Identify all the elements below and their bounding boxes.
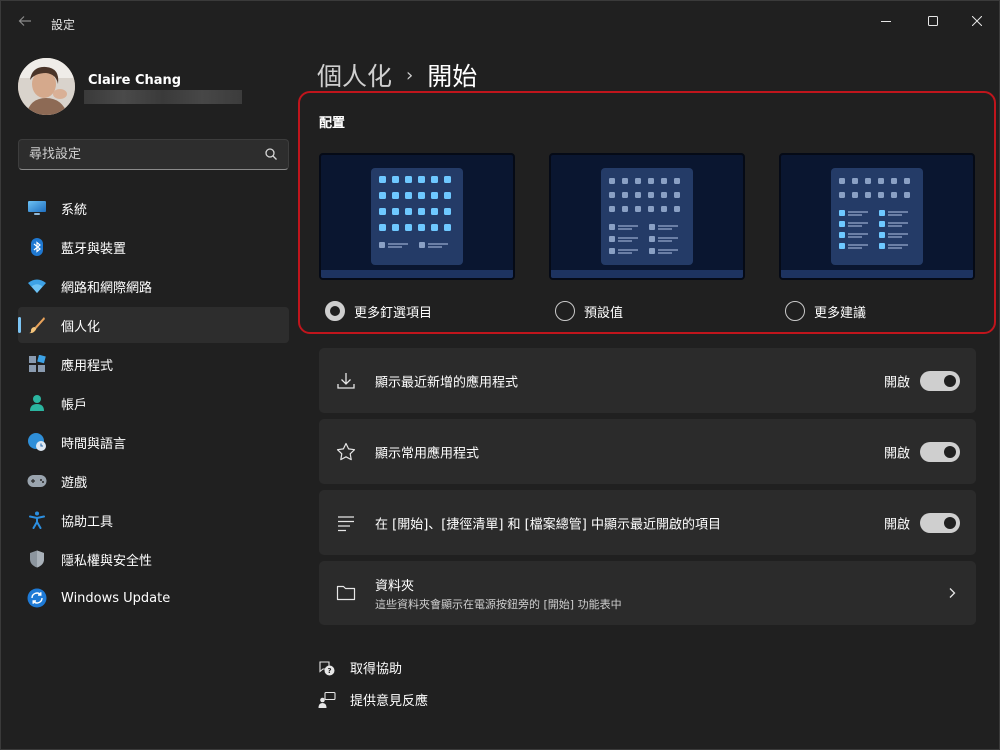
app-title: 設定 [51,18,76,32]
sidebar-item-windows-update[interactable]: Windows Update [18,580,289,616]
minimize-button[interactable] [863,7,909,35]
person-icon [27,393,47,413]
user-profile[interactable]: Claire Chang [18,58,288,118]
radio-label: 更多建議 [814,305,867,321]
profile-email-redacted [84,90,242,104]
search-input[interactable] [19,140,259,169]
radio-more-recommendations[interactable] [785,301,805,321]
feedback-icon [318,691,336,709]
download-icon [335,370,357,392]
sidebar-item-personalization[interactable]: 個人化 [18,307,289,343]
star-icon [335,441,357,463]
setting-label: 顯示最近新增的應用程式 [375,375,519,390]
search-icon[interactable] [264,147,278,161]
sidebar-item-label: 系統 [61,202,88,218]
sidebar-item-accounts[interactable]: 帳戶 [18,385,289,421]
sidebar-item-bluetooth[interactable]: 藍牙與裝置 [18,229,289,265]
bluetooth-icon [27,237,47,257]
paintbrush-icon [27,315,47,335]
toggle-recent-items[interactable] [920,512,960,533]
setting-row-recent-items: 在 [開始]、[捷徑清單] 和 [檔案總管] 中顯示最近開啟的項目 開啟 [319,490,976,555]
close-button[interactable] [954,7,1000,35]
sidebar-item-time-language[interactable]: 時間與語言 [18,424,289,460]
radio-label: 更多釘選項目 [354,305,433,321]
layout-title: 配置 [319,116,346,131]
sidebar-item-label: 帳戶 [61,397,88,413]
breadcrumb: 個人化 › 開始 [317,57,477,93]
setting-label: 在 [開始]、[捷徑清單] 和 [檔案總管] 中顯示最近開啟的項目 [375,517,721,532]
sidebar-item-label: 應用程式 [61,358,114,374]
monitor-icon [27,198,47,218]
back-button[interactable] [13,11,37,35]
minimize-icon [881,21,891,22]
svg-text:?: ? [327,667,331,675]
breadcrumb-separator: › [406,64,414,86]
sidebar-item-label: 協助工具 [61,514,114,530]
setting-label: 資料夾 [375,579,415,594]
gamepad-icon [27,471,47,491]
sidebar-item-label: 隱私權與安全性 [61,553,153,569]
toggle-state-label: 開啟 [883,517,910,532]
sidebar-item-label: 藍牙與裝置 [61,241,127,257]
feedback-link[interactable]: 提供意見反應 [318,690,428,709]
settings-window: 設定 Claire Chang 尋找設定 系統 藍牙與裝置 網路和網際網路 個人… [0,0,1000,750]
setting-description: 這些資料夾會顯示在電源按鈕旁的 [開始] 功能表中 [375,598,622,611]
layout-option-more-recommendations[interactable]: 更多建議 [779,153,975,321]
sidebar-item-privacy[interactable]: 隱私權與安全性 [18,541,289,577]
list-icon [335,512,357,534]
toggle-state-label: 開啟 [883,375,910,390]
toggle-recent-apps[interactable] [920,370,960,391]
radio-label: 預設值 [584,305,624,321]
windows-update-icon [27,588,47,608]
layout-section: 配置 更多釘選項目 預設值 更多建議 [298,91,996,334]
search-box[interactable] [18,139,289,170]
radio-more-pins[interactable] [325,301,345,321]
setting-label: 顯示常用應用程式 [375,446,480,461]
layout-preview-more-pins[interactable] [319,153,515,280]
shield-icon [27,549,47,569]
sidebar-item-label: 時間與語言 [61,436,127,452]
profile-name: Claire Chang [88,73,182,88]
radio-default[interactable] [555,301,575,321]
setting-row-most-used-apps: 顯示常用應用程式 開啟 [319,419,976,484]
get-help-link[interactable]: ? 取得協助 [318,658,402,677]
sidebar-item-system[interactable]: 系統 [18,190,289,226]
sidebar-item-label: 個人化 [61,319,101,335]
setting-row-folders[interactable]: 資料夾 這些資料夾會顯示在電源按鈕旁的 [開始] 功能表中 [319,561,976,625]
title-bar: 設定 [1,1,1000,41]
sidebar-item-gaming[interactable]: 遊戲 [18,463,289,499]
layout-option-more-pins[interactable]: 更多釘選項目 [319,153,515,321]
maximize-button[interactable] [910,7,956,35]
layout-preview-more-recommendations[interactable] [779,153,975,280]
wifi-icon [27,276,47,296]
setting-row-recent-apps: 顯示最近新增的應用程式 開啟 [319,348,976,413]
feedback-label: 提供意見反應 [350,694,429,709]
sidebar-item-network[interactable]: 網路和網際網路 [18,268,289,304]
layout-option-default[interactable]: 預設值 [549,153,745,321]
sidebar-item-label: Windows Update [61,590,171,606]
page-title: 開始 [427,62,478,91]
back-arrow-icon [18,16,31,26]
get-help-label: 取得協助 [350,662,403,677]
sidebar-item-accessibility[interactable]: 協助工具 [18,502,289,538]
sidebar-item-apps[interactable]: 應用程式 [18,346,289,382]
breadcrumb-parent[interactable]: 個人化 [317,57,392,93]
sidebar-item-label: 遊戲 [61,475,88,491]
toggle-most-used-apps[interactable] [920,441,960,462]
close-icon [972,16,982,26]
maximize-icon [928,16,938,26]
accessibility-icon [27,510,47,530]
layout-preview-default[interactable] [549,153,745,280]
avatar [18,58,75,115]
globe-clock-icon [27,432,47,452]
help-icon: ? [318,659,336,677]
apps-icon [27,354,47,374]
chevron-right-icon [949,588,956,598]
sidebar-item-label: 網路和網際網路 [61,280,153,296]
sidebar-nav: 系統 藍牙與裝置 網路和網際網路 個人化 應用程式 帳戶 時間與語言 遊戲 協助… [18,190,289,619]
toggle-state-label: 開啟 [883,446,910,461]
folder-icon [335,582,357,604]
